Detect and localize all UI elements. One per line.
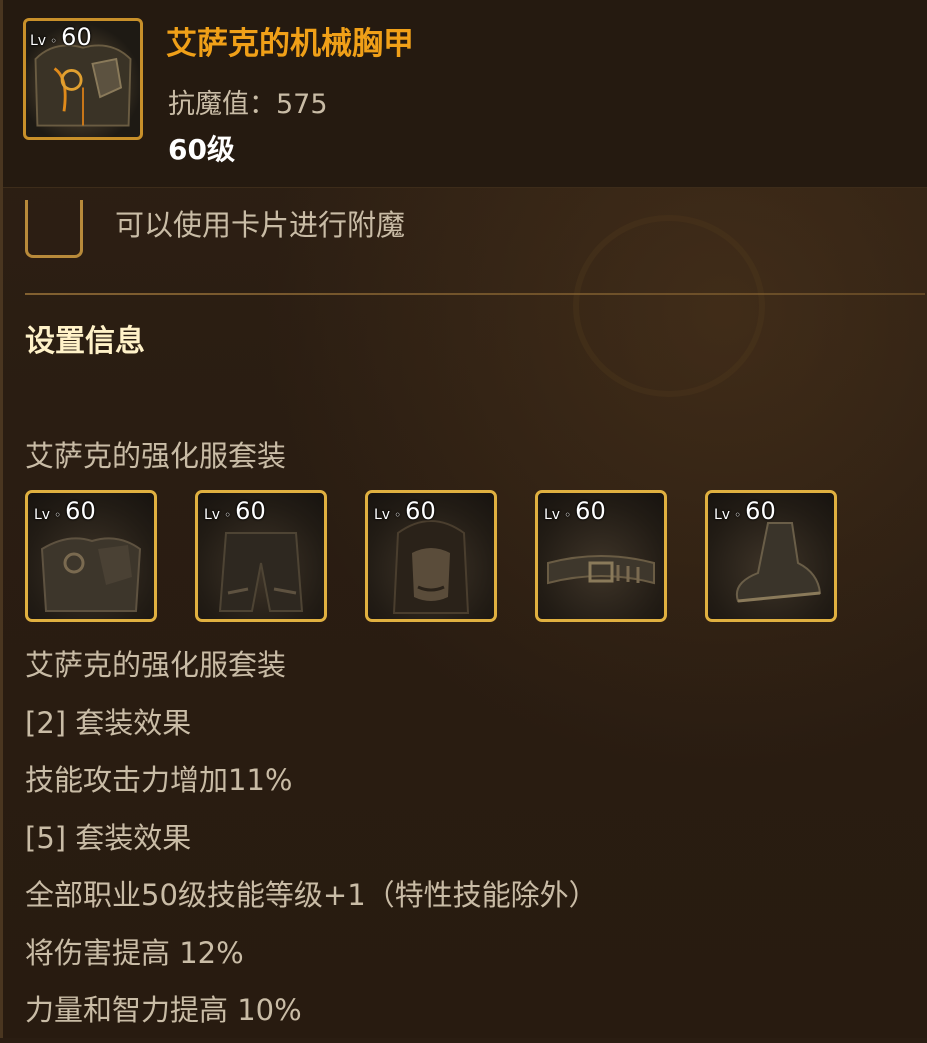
card-enchant-text: 可以使用卡片进行附魔	[115, 208, 406, 242]
item-name: 艾萨克的机械胸甲	[166, 26, 414, 62]
level-dot: ◦	[394, 508, 402, 522]
level-number: 60	[405, 497, 436, 525]
level-dot: ◦	[224, 508, 232, 522]
level-prefix: Lv	[714, 507, 731, 523]
level-number: 60	[745, 497, 776, 525]
resist-label: 抗魔值：	[168, 89, 276, 120]
belt-icon[interactable]: Lv ◦ 60	[535, 490, 667, 622]
item-header: Lv ◦ 60 艾萨克的机械胸甲 抗魔值：575 60级	[3, 0, 927, 188]
shoes-icon[interactable]: Lv ◦ 60	[705, 490, 837, 622]
piece-level-badge: Lv ◦ 60	[544, 497, 606, 525]
piece-level-badge: Lv ◦ 60	[34, 497, 96, 525]
level-dot: ◦	[50, 34, 58, 48]
item-level-text: 60级	[168, 133, 235, 166]
divider	[25, 293, 925, 295]
resist-value: 575	[276, 89, 328, 120]
level-prefix: Lv	[34, 507, 51, 523]
item-level-badge: Lv ◦ 60	[30, 23, 92, 51]
set-effect-line: 艾萨克的强化服套装	[25, 648, 287, 682]
set-effect-line: [2] 套装效果	[25, 705, 192, 740]
card-slot[interactable]	[25, 200, 83, 258]
resist-row: 抗魔值：575	[168, 82, 328, 121]
level-dot: ◦	[54, 508, 62, 522]
level-number: 60	[61, 23, 92, 51]
set-effects-list: 艾萨克的强化服套装 [2] 套装效果 技能攻击力增加11% [5] 套装效果 全…	[25, 640, 598, 1043]
level-prefix: Lv	[30, 33, 47, 49]
level-number: 60	[65, 497, 96, 525]
set-effect-line: 力量和智力提高 10%	[25, 993, 302, 1027]
level-dot: ◦	[734, 508, 742, 522]
piece-level-badge: Lv ◦ 60	[374, 497, 436, 525]
set-effect-line: 技能攻击力增加11%	[25, 763, 293, 797]
level-prefix: Lv	[544, 507, 561, 523]
chest-armor-icon[interactable]: Lv ◦ 60	[25, 490, 157, 622]
mechanical-chestplate-icon[interactable]: Lv ◦ 60	[23, 18, 143, 140]
level-dot: ◦	[564, 508, 572, 522]
item-tooltip-panel: Lv ◦ 60 艾萨克的机械胸甲 抗魔值：575 60级 可以使用卡片进行附魔 设置…	[0, 0, 927, 1038]
set-pieces: Lv ◦ 60 Lv ◦ 60 Lv ◦ 60 Lv ◦ 60 Lv ◦ 60	[25, 490, 845, 625]
level-prefix: Lv	[374, 507, 391, 523]
level-prefix: Lv	[204, 507, 221, 523]
background-emblem	[573, 215, 765, 397]
level-number: 60	[235, 497, 266, 525]
piece-level-badge: Lv ◦ 60	[714, 497, 776, 525]
set-effect-line: 将伤害提高 12%	[25, 935, 244, 970]
head-hair-icon[interactable]: Lv ◦ 60	[365, 490, 497, 622]
set-effect-line: 全部职业50级技能等级+1（特性技能除外）	[25, 878, 598, 912]
pants-armor-icon[interactable]: Lv ◦ 60	[195, 490, 327, 622]
set-name: 艾萨克的强化服套装	[25, 439, 287, 473]
piece-level-badge: Lv ◦ 60	[204, 497, 266, 525]
set-effect-line: [5] 套装效果	[25, 820, 192, 855]
level-number: 60	[575, 497, 606, 525]
set-info-title: 设置信息	[25, 324, 145, 359]
